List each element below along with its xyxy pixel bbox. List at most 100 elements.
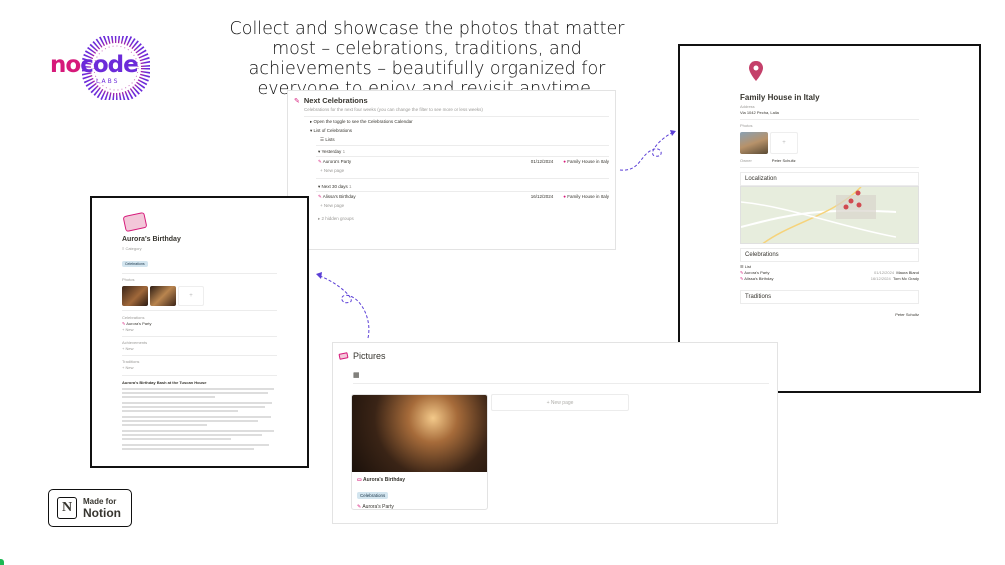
group-header-next-30-days[interactable]: ▾ Next 30 days 1 (294, 182, 609, 191)
new-label: New (125, 327, 134, 332)
hidden-groups-toggle[interactable]: ▸ 2 hidden groups (294, 214, 609, 223)
item-date: 16/12/2024 (870, 276, 891, 281)
add-photo-button[interactable]: + (178, 286, 204, 306)
party-icon: ✎ (740, 276, 744, 281)
item-date: 16/12/2024 (530, 194, 554, 199)
map-embed[interactable] (740, 186, 919, 244)
photo-thumbnail[interactable] (740, 132, 768, 154)
card-tag: Celebrations (357, 492, 389, 499)
aurora-birthday-page: Aurora's Birthday ≡ Category Celebration… (90, 196, 309, 468)
party-icon: ✎ (122, 321, 126, 326)
corner-accent (0, 559, 4, 565)
new-page-button[interactable]: + New page (294, 201, 609, 210)
item-person: Tom Mc Grady (892, 276, 919, 281)
new-page-button[interactable]: + New page (294, 166, 609, 175)
map-roads (741, 187, 897, 243)
celebrations-section: Celebrations (740, 248, 919, 262)
owner-label: Owner (740, 158, 752, 163)
pin-icon: ● (563, 194, 566, 199)
localization-section: Localization (740, 172, 919, 186)
new-relation-button[interactable]: + New (122, 327, 277, 333)
toggle-calendar[interactable]: ▸ Open the toggle to see the Celebration… (294, 117, 609, 126)
new-page-label: New page (323, 168, 345, 173)
address-value: Via 1042 Pecha, Lalia (740, 110, 779, 115)
item-place: Family House in Italy (567, 194, 609, 199)
list-item[interactable]: ✎ Alissa's Birthday 16/12/2024 ● Family H… (294, 192, 609, 201)
page-title: Aurora's Birthday (122, 236, 181, 243)
group-label: Next 30 days (321, 184, 348, 189)
card-relation-label: Aurora's Party (362, 504, 394, 510)
new-tradition-button[interactable]: + New (122, 365, 277, 371)
group-count: 1 (349, 184, 352, 189)
ticket-icon (338, 352, 349, 360)
traditions-section: Traditions (740, 290, 919, 304)
body-heading: Aurora's Birthday Bash at the Tuscan Hou… (122, 380, 207, 385)
view-tab-label: Lists (325, 137, 335, 142)
photo-thumbnail[interactable] (122, 286, 148, 306)
pictures-panel: Pictures ▦ ▭ Aurora's Birthday Celebrati… (332, 342, 778, 524)
section-title: Traditions (745, 294, 772, 300)
group-label: Yesterday (321, 149, 342, 154)
new-page-label: New page (323, 203, 345, 208)
birthday-ticket-icon (122, 211, 148, 233)
group-count: 1 (342, 149, 346, 154)
map-pin-icon (749, 61, 763, 81)
card-cover-photo (352, 395, 487, 472)
toggle-list-label: List of Celebrations (313, 128, 353, 133)
panel-title: Pictures (353, 351, 386, 361)
view-tab-label: List (744, 264, 751, 269)
new-page-label: New page (550, 399, 574, 406)
list-item[interactable]: ✎ Aurora's Party 01/12/2024 ● Family Hous… (294, 157, 609, 166)
item-date: 01/12/2024 (874, 270, 895, 275)
item-name: Alissa's Birthday (744, 276, 774, 281)
panel-title: Next Celebrations (303, 96, 368, 105)
body-text-placeholder (122, 388, 277, 450)
gallery-view-icon[interactable]: ▦ (353, 371, 771, 379)
new-label: New (125, 346, 134, 351)
section-title: Celebrations (745, 252, 779, 258)
new-label: New (125, 365, 134, 370)
party-icon: ✎ (740, 270, 744, 275)
family-house-page: Family House in Italy Address Via 1042 P… (678, 44, 981, 393)
new-page-button[interactable]: + New page (491, 394, 629, 411)
item-date: 01/12/2024 (530, 159, 554, 164)
next-celebrations-panel: ✎ Next Celebrations Celebrations for the… (287, 90, 616, 250)
category-tag[interactable]: Celebrations (122, 261, 148, 267)
photos-label: Photos (740, 123, 753, 128)
page-title: Family House in Italy (740, 93, 820, 102)
group-header-yesterday[interactable]: ▾ Yesterday 1 (294, 147, 609, 156)
pin-icon: ● (563, 159, 566, 164)
photos-label: Photos (122, 277, 135, 282)
item-name: Aurora's Party (322, 159, 352, 164)
item-name: Aurora's Party (744, 270, 770, 275)
card-title-label: Aurora's Birthday (362, 477, 405, 483)
party-icon: ✎ (318, 194, 322, 199)
owner-value[interactable]: Peter Schultz (772, 158, 796, 164)
property-label: ≡ Category (122, 246, 142, 251)
toggle-list[interactable]: ▾ List of Celebrations (294, 126, 609, 135)
view-tab-lists[interactable]: ☰ Lists (294, 135, 609, 144)
party-icon: ✎ (357, 504, 362, 510)
photos-gallery: + (122, 286, 277, 306)
card-relation: ✎ Aurora's Party (357, 504, 482, 510)
card-title: ▭ Aurora's Birthday (357, 477, 482, 484)
panel-description: Celebrations for the next four weeks (yo… (304, 107, 483, 112)
traditions-person[interactable]: Peter Schultz (740, 312, 919, 318)
item-place: Family House in Italy (567, 159, 609, 164)
item-name: Alissa's Birthday (322, 194, 356, 199)
hidden-groups-label: 2 hidden groups (321, 216, 354, 221)
item-person: Maura Bland (896, 270, 919, 275)
gallery-card[interactable]: ▭ Aurora's Birthday Celebrations ✎ Auror… (351, 394, 488, 510)
party-popper-icon: ✎ (294, 97, 300, 105)
new-achievement-button[interactable]: + New (122, 346, 277, 352)
add-photo-button[interactable]: + (770, 132, 798, 154)
list-item[interactable]: ✎ Alissa's Birthday 16/12/2024 Tom Mc Gr… (740, 276, 919, 282)
section-title: Localization (745, 176, 777, 182)
ticket-icon: ▭ (357, 477, 362, 483)
toggle-calendar-label: Open the toggle to see the Celebrations … (313, 119, 413, 124)
list-icon: ☰ (320, 137, 325, 142)
photos-gallery: + (740, 132, 919, 154)
party-icon: ✎ (318, 159, 322, 164)
photo-thumbnail[interactable] (150, 286, 176, 306)
relation-item-label: Aurora's Party (126, 321, 152, 326)
